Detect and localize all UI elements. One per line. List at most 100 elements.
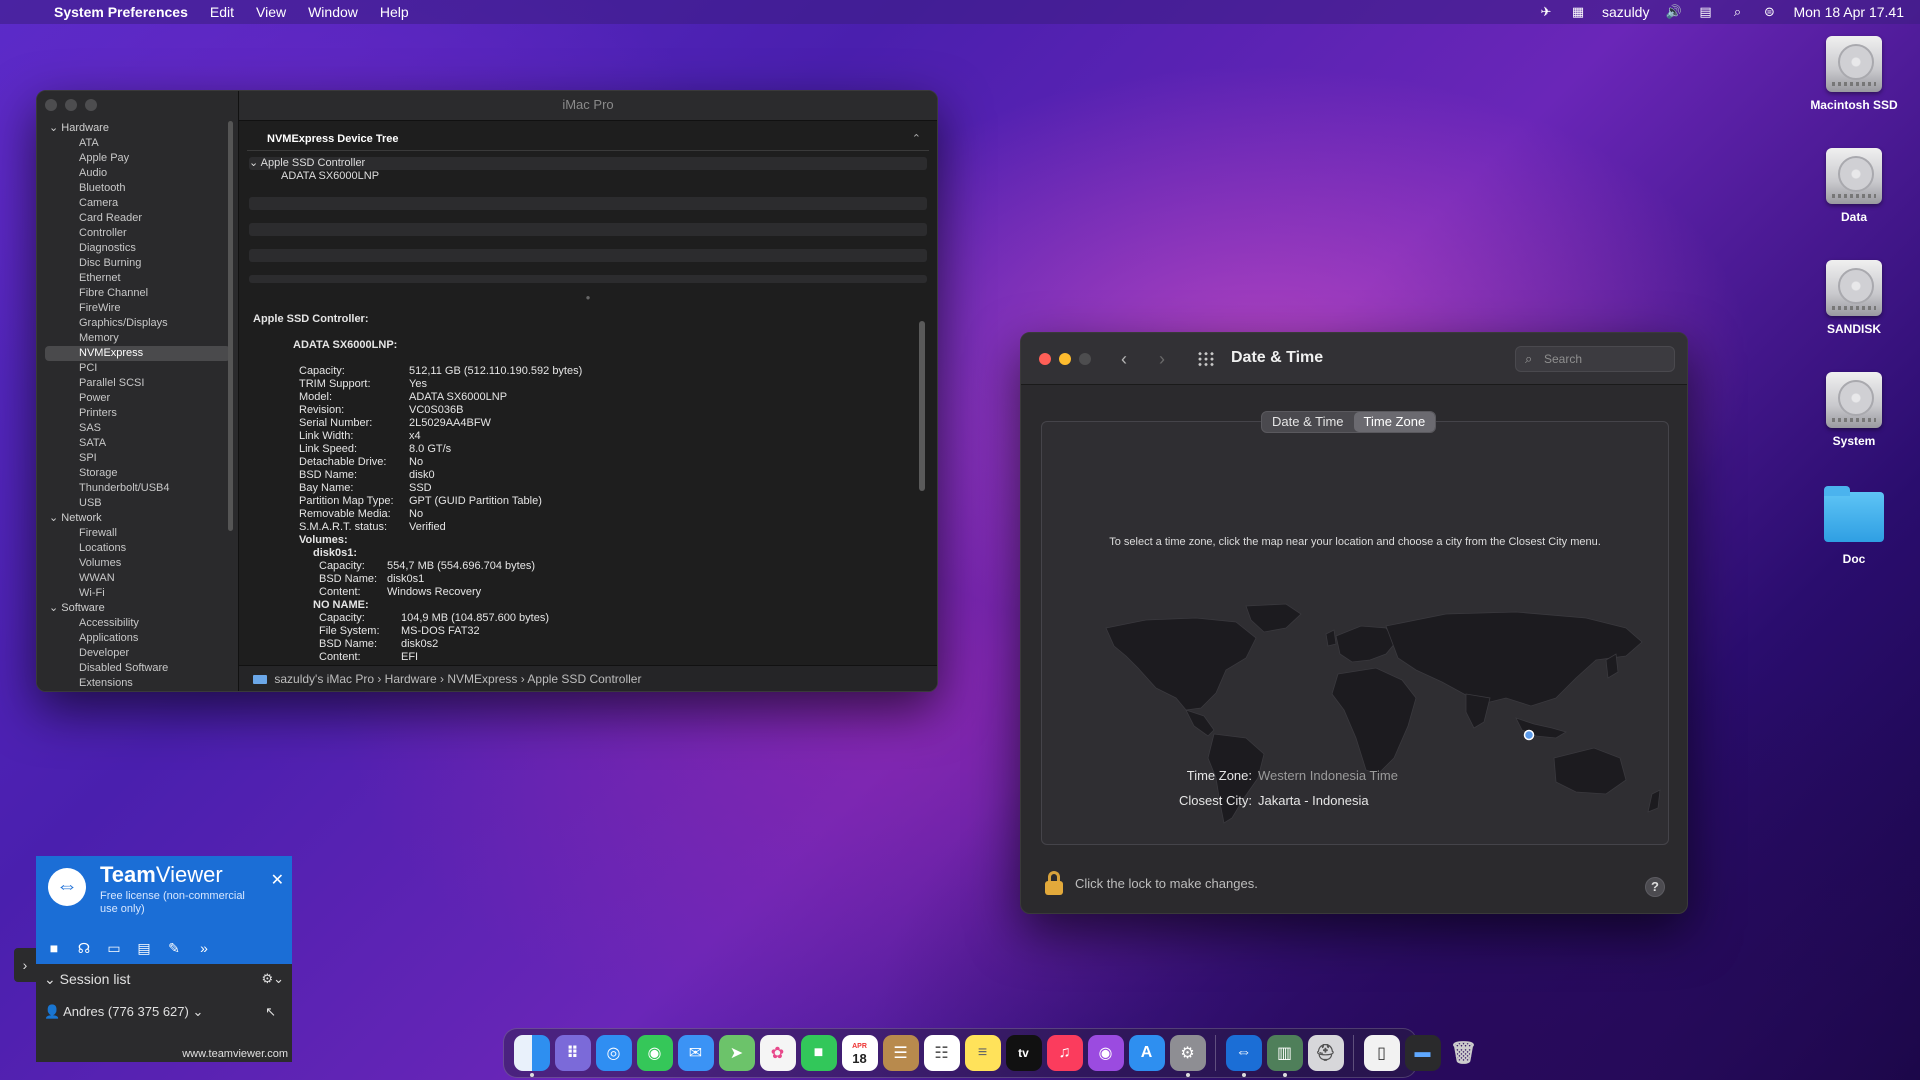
back-button[interactable]: ‹ <box>1121 349 1127 370</box>
reminders-icon[interactable]: ☷ <box>923 1035 960 1071</box>
sidebar-item[interactable]: Ethernet <box>37 271 238 286</box>
sidebar-item[interactable]: PCI <box>37 361 238 376</box>
sidebar-item[interactable]: Thunderbolt/USB4 <box>37 481 238 496</box>
sidebar-item[interactable]: Accessibility <box>37 616 238 631</box>
control-center-icon[interactable]: ⊜ <box>1761 5 1777 19</box>
sidebar-item[interactable]: Parallel SCSI <box>37 376 238 391</box>
sidebar-scrollbar[interactable] <box>228 121 233 531</box>
safari-icon[interactable]: ◎ <box>595 1035 632 1071</box>
detail-scrollbar[interactable] <box>919 321 925 491</box>
desktop-icon-doc[interactable]: Doc <box>1794 486 1914 566</box>
sidebar-item[interactable]: USB <box>37 496 238 511</box>
tree-row-device[interactable]: ADATA SX6000LNP <box>249 170 927 183</box>
menu-edit[interactable]: Edit <box>199 4 245 20</box>
messages-icon[interactable]: ◉ <box>636 1035 673 1071</box>
mail-icon[interactable]: ✉ <box>677 1035 714 1071</box>
sidebar-item[interactable]: Applications <box>37 631 238 646</box>
calendar-icon[interactable]: APR 18 <box>841 1035 878 1071</box>
podcasts-icon[interactable]: ◉ <box>1087 1035 1124 1071</box>
system-information-icon[interactable]: ▥ <box>1266 1035 1303 1077</box>
volume-icon[interactable]: 🔊 <box>1665 5 1681 19</box>
sidebar-item[interactable]: Audio <box>37 166 238 181</box>
show-all-grid-icon[interactable] <box>1197 351 1215 367</box>
sidebar-item[interactable]: Developer <box>37 646 238 661</box>
sidebar-item[interactable]: Camera <box>37 196 238 211</box>
tools-icon[interactable]: ✎ <box>166 940 182 957</box>
status-app-icon[interactable]: ✈ <box>1538 5 1554 19</box>
forward-button[interactable]: › <box>1159 349 1165 370</box>
gear-icon[interactable]: ⚙⌄ <box>261 968 284 990</box>
menu-clock[interactable]: Mon 18 Apr 17.41 <box>1793 4 1904 20</box>
sidebar-item[interactable]: SAS <box>37 421 238 436</box>
device-tree-header[interactable]: NVMExpress Device Tree ⌃ <box>247 127 929 151</box>
zoom-button[interactable] <box>85 99 97 111</box>
sidebar-item[interactable]: Wi-Fi <box>37 586 238 601</box>
help-button[interactable]: ? <box>1645 877 1665 897</box>
sidebar-item[interactable]: Graphics/Displays <box>37 316 238 331</box>
disk-utility-icon[interactable]: ⛑ <box>1307 1035 1344 1071</box>
minimize-button[interactable] <box>1059 353 1071 365</box>
cursor-icon[interactable]: ↖ <box>265 1004 276 1020</box>
username-menu[interactable]: sazuldy <box>1602 4 1649 20</box>
trash-icon[interactable]: 🗑 <box>1446 1035 1482 1071</box>
maps-icon[interactable]: ➤ <box>718 1035 755 1071</box>
document-icon[interactable]: ▯ <box>1363 1035 1400 1071</box>
launchpad-icon[interactable]: ⠿ <box>554 1035 591 1071</box>
split-view-divider[interactable]: ● <box>249 294 927 302</box>
more-icon[interactable]: » <box>196 940 212 957</box>
teamviewer-website-link[interactable]: www.teamviewer.com <box>182 1048 288 1060</box>
menu-help[interactable]: Help <box>369 4 420 20</box>
sidebar-item[interactable]: Memory <box>37 331 238 346</box>
sidebar-section[interactable]: ⌄ Hardware <box>37 121 238 136</box>
input-source-flag-icon[interactable]: ▤ <box>1697 5 1713 19</box>
headset-icon[interactable]: ☊ <box>76 940 92 957</box>
path-item[interactable]: NVMExpress <box>447 672 517 686</box>
lock-icon[interactable] <box>1045 871 1063 895</box>
apple-tv-icon[interactable]: tv <box>1005 1035 1042 1071</box>
closest-city-combo[interactable]: Jakarta - Indonesia <box>1258 793 1369 808</box>
sidebar-item[interactable]: Apple Pay <box>37 151 238 166</box>
close-icon[interactable]: ✕ <box>271 870 284 890</box>
sidebar-item[interactable]: ATA <box>37 136 238 151</box>
chat-icon[interactable]: ▭ <box>106 940 122 957</box>
sidebar-item[interactable]: Card Reader <box>37 211 238 226</box>
path-item[interactable]: Hardware <box>385 672 437 686</box>
facetime-icon[interactable]: ■ <box>800 1035 837 1071</box>
notes-icon[interactable]: ≡ <box>964 1035 1001 1071</box>
path-item[interactable]: sazuldy's iMac Pro <box>274 672 374 686</box>
tree-row-controller[interactable]: ⌄ Apple SSD Controller <box>249 157 927 170</box>
close-button[interactable] <box>1039 353 1051 365</box>
sidebar-item[interactable]: Locations <box>37 541 238 556</box>
music-icon[interactable]: ♫ <box>1046 1035 1083 1071</box>
sidebar-item[interactable]: Volumes <box>37 556 238 571</box>
sidebar-item[interactable]: Extensions <box>37 676 238 691</box>
menu-window[interactable]: Window <box>297 4 369 20</box>
teamviewer-dock-icon[interactable]: ⇔ <box>1225 1035 1262 1077</box>
session-list-header[interactable]: ⌄ Session list ⚙⌄ <box>44 968 284 990</box>
spotlight-search-icon[interactable]: ⌕ <box>1729 5 1745 19</box>
path-item[interactable]: Apple SSD Controller <box>527 672 641 686</box>
sidebar-item[interactable]: Storage <box>37 466 238 481</box>
system-preferences-icon[interactable]: ⚙ <box>1169 1035 1206 1077</box>
contacts-icon[interactable]: ☰ <box>882 1035 919 1071</box>
desktop-icon-sandisk[interactable]: SANDISK <box>1794 260 1914 336</box>
menu-view[interactable]: View <box>245 4 297 20</box>
sidebar-section[interactable]: ⌄ Network <box>37 511 238 526</box>
sidebar-item[interactable]: Fibre Channel <box>37 286 238 301</box>
tab-date-time[interactable]: Date & Time <box>1262 412 1354 432</box>
minimize-button[interactable] <box>65 99 77 111</box>
sidebar-item[interactable]: Bluetooth <box>37 181 238 196</box>
teamviewer-expand-tab[interactable]: › <box>14 948 36 982</box>
sidebar-item[interactable]: NVMExpress <box>45 346 230 361</box>
app-store-icon[interactable]: A <box>1128 1035 1165 1071</box>
zoom-button[interactable] <box>1079 353 1091 365</box>
close-button[interactable] <box>45 99 57 111</box>
sidebar-item[interactable]: Diagnostics <box>37 241 238 256</box>
file-transfer-icon[interactable]: ▤ <box>136 940 152 957</box>
search-field[interactable]: ⌕ Search <box>1515 346 1675 372</box>
photos-icon[interactable]: ✿ <box>759 1035 796 1071</box>
sidebar-item[interactable]: Firewall <box>37 526 238 541</box>
sidebar-item[interactable]: WWAN <box>37 571 238 586</box>
tab-time-zone[interactable]: Time Zone <box>1353 412 1436 432</box>
session-user[interactable]: 👤 Andres (776 375 627) ⌄ ↖ <box>44 1004 284 1020</box>
